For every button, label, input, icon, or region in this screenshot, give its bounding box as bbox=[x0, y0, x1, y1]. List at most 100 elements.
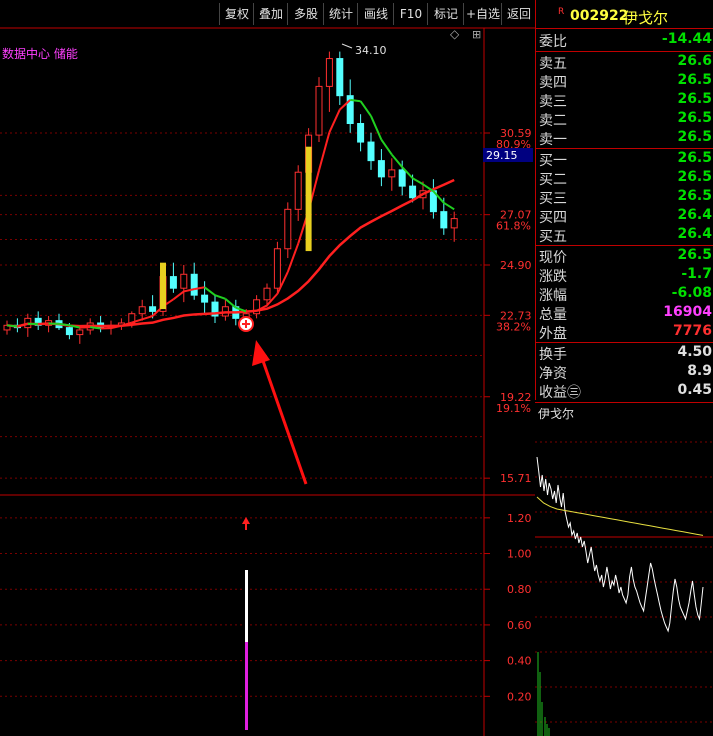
candle-body bbox=[450, 218, 458, 229]
candle-body bbox=[294, 171, 302, 210]
extra-row-turnover: 换手 4.50 bbox=[536, 344, 713, 363]
candle-body bbox=[357, 123, 365, 143]
candle-body bbox=[263, 287, 271, 301]
intraday-mini-chart[interactable] bbox=[535, 402, 713, 736]
indicator-axis-label: 0.80 bbox=[507, 583, 532, 596]
stat-value: 26.5 bbox=[677, 247, 712, 263]
stat-label: 涨幅 bbox=[539, 288, 567, 304]
candle-body bbox=[336, 58, 344, 97]
extra-value: 8.9 bbox=[687, 363, 712, 379]
sell-price: 26.5 bbox=[677, 129, 712, 145]
stat-row-outer: 外盘 7776 bbox=[536, 323, 713, 342]
price-axis-label: 24.90 bbox=[500, 259, 532, 272]
sell-label: 卖四 bbox=[539, 75, 567, 91]
kline-chart[interactable]: 30.5980.9%27.0761.8%24.9022.7338.2%19.22… bbox=[0, 0, 535, 736]
indicator-axis-label: 1.00 bbox=[507, 548, 532, 561]
high-price-label: 34.10 bbox=[355, 44, 387, 57]
sell-label: 卖三 bbox=[539, 94, 567, 110]
high-pointer bbox=[341, 43, 353, 49]
diamond-icon[interactable]: ◇ bbox=[450, 27, 460, 41]
symbol-name: 伊戈尔 bbox=[623, 9, 669, 27]
buy-price: 26.5 bbox=[677, 150, 712, 166]
candle-body bbox=[440, 211, 448, 229]
candle-body bbox=[398, 169, 406, 187]
stat-value: -1.7 bbox=[681, 266, 712, 282]
candle-body bbox=[315, 85, 323, 136]
weibi-row: 委比 -14.44 bbox=[536, 31, 713, 50]
stat-value: -6.08 bbox=[671, 285, 712, 301]
sell-3-row[interactable]: 卖三 26.5 bbox=[536, 91, 713, 110]
chart-grid bbox=[0, 132, 484, 479]
buy-price: 26.4 bbox=[677, 226, 712, 242]
sell-label: 卖二 bbox=[539, 113, 567, 129]
indicator-axis-label: 0.40 bbox=[507, 655, 532, 668]
buy-label: 买一 bbox=[539, 153, 567, 169]
indicator-bar-magenta bbox=[245, 642, 248, 730]
sell-5-row[interactable]: 卖五 26.6 bbox=[536, 53, 713, 72]
extra-label: 净资 bbox=[539, 366, 567, 382]
stat-value: 7776 bbox=[673, 323, 712, 339]
price-axis-label: 15.71 bbox=[500, 472, 532, 485]
ma-short-segment bbox=[141, 315, 153, 321]
extra-label: 换手 bbox=[539, 347, 567, 363]
moving-average-lines bbox=[6, 43, 455, 485]
sell-4-row[interactable]: 卖四 26.5 bbox=[536, 72, 713, 91]
indicator-label: 数据中心 储能 bbox=[2, 46, 78, 61]
ma-short-segment bbox=[391, 153, 403, 168]
price-axis: 30.5980.9%27.0761.8%24.9022.7338.2%19.22… bbox=[0, 27, 535, 736]
ma-short-segment bbox=[58, 322, 70, 327]
quote-panel: R 002922 伊戈尔 委比 -14.44 卖五 26.6 卖四 26.5 卖三 2… bbox=[535, 0, 713, 401]
candle-body bbox=[201, 294, 209, 303]
buy-4-row[interactable]: 买四 26.4 bbox=[536, 207, 713, 226]
highlight-bar bbox=[160, 262, 166, 310]
sell-1-row[interactable]: 卖一 26.5 bbox=[536, 129, 713, 148]
candle-body bbox=[169, 276, 177, 289]
indicator-axis-label: 0.20 bbox=[507, 690, 532, 703]
extra-value: 0.45 bbox=[677, 382, 712, 398]
stat-label: 总量 bbox=[539, 307, 567, 323]
indicator-panel: 1.20 1.00 0.80 0.60 0.40 0.20 bbox=[0, 512, 532, 730]
sell-price: 26.6 bbox=[677, 53, 712, 69]
indicator-axis-label: 0.60 bbox=[507, 619, 532, 632]
candle-body bbox=[138, 306, 146, 315]
candle-body bbox=[367, 141, 375, 162]
sell-2-row[interactable]: 卖二 26.5 bbox=[536, 110, 713, 129]
annotation-arrow-line bbox=[260, 357, 308, 485]
highlight-bar bbox=[305, 146, 312, 252]
ma-short-segment bbox=[90, 326, 101, 330]
stat-label: 涨跌 bbox=[539, 269, 567, 285]
stat-row-change-pct: 涨幅 -6.08 bbox=[536, 285, 713, 304]
candle-body bbox=[409, 185, 417, 199]
stat-value: 16904 bbox=[663, 304, 712, 320]
buy-label: 买二 bbox=[539, 172, 567, 188]
weibi-value: -14.44 bbox=[661, 31, 712, 47]
candle-body bbox=[273, 248, 281, 289]
buy-1-row[interactable]: 买一 26.5 bbox=[536, 150, 713, 169]
buy-2-row[interactable]: 买二 26.5 bbox=[536, 169, 713, 188]
minute-price-line bbox=[536, 456, 704, 633]
stat-row-volume: 总量 16904 bbox=[536, 304, 713, 323]
extra-label: 收益㊂ bbox=[539, 385, 581, 401]
expand-icon[interactable]: ⊞ bbox=[472, 28, 481, 41]
buy-5-row[interactable]: 买五 26.4 bbox=[536, 226, 713, 245]
buy-3-row[interactable]: 买三 26.5 bbox=[536, 188, 713, 207]
candle-body bbox=[65, 327, 73, 336]
symbol-code: 002922 bbox=[570, 8, 629, 24]
extra-row-net-assets: 净资 8.9 bbox=[536, 363, 713, 382]
candle-body bbox=[190, 273, 198, 296]
indicator-bar-white bbox=[245, 570, 248, 642]
fib-pct-label: 19.1% bbox=[496, 402, 531, 415]
ma-short-segment bbox=[328, 109, 341, 133]
stat-label: 现价 bbox=[539, 250, 567, 266]
current-price-label: 29.15 bbox=[486, 149, 518, 162]
weibi-label: 委比 bbox=[539, 34, 567, 50]
candle-body bbox=[180, 273, 188, 289]
candlestick-series bbox=[3, 51, 458, 344]
buy-label: 买三 bbox=[539, 191, 567, 207]
ma-short-segment bbox=[6, 324, 18, 328]
candle-body bbox=[76, 329, 84, 336]
extra-row-eps: 收益㊂ 0.45 bbox=[536, 382, 713, 401]
ma-short-segment bbox=[422, 183, 434, 193]
buy-price: 26.4 bbox=[677, 207, 712, 223]
buy-price: 26.5 bbox=[677, 169, 712, 185]
